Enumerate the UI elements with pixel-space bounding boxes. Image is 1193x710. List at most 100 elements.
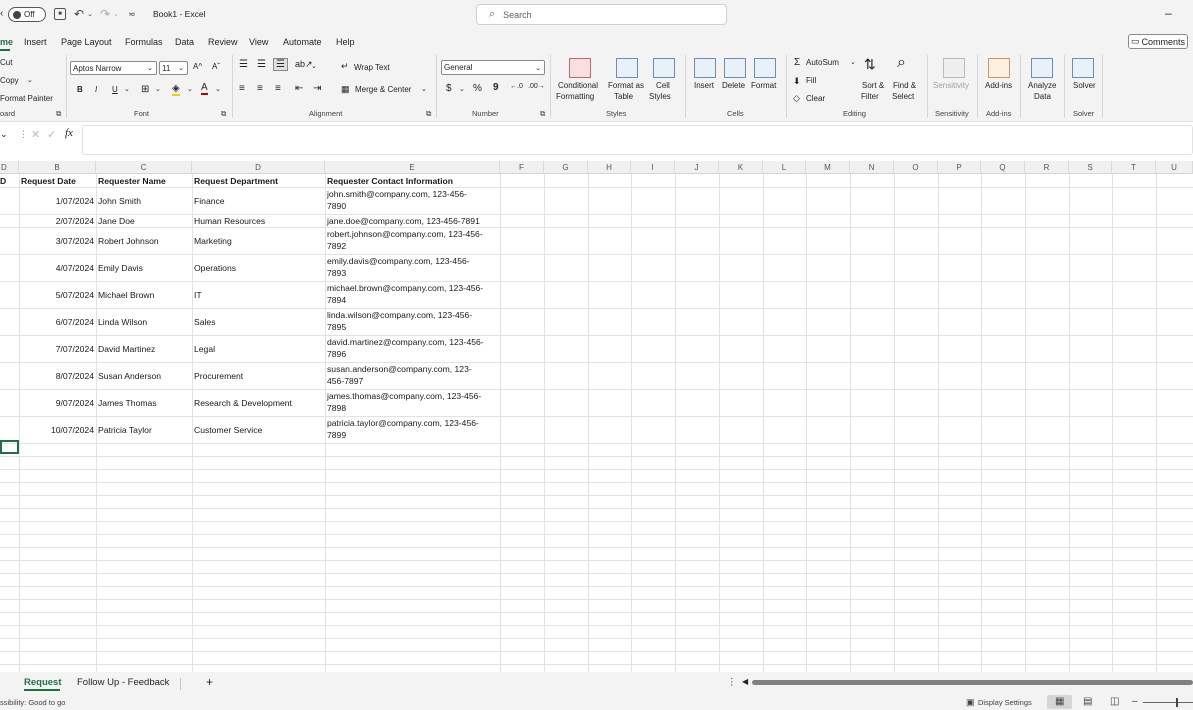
- department-cell[interactable]: Procurement: [194, 370, 243, 382]
- column-header[interactable]: U: [1156, 161, 1193, 174]
- sensitivity-button[interactable]: Sensitivity: [933, 81, 969, 90]
- customize-toolbar-icon[interactable]: ≂: [127, 7, 137, 21]
- tab-data[interactable]: Data: [175, 37, 194, 47]
- font-name-select[interactable]: Aptos Narrow ⌄: [70, 61, 157, 75]
- alignment-launcher-icon[interactable]: ⧉: [426, 109, 431, 119]
- column-header[interactable]: L: [763, 161, 806, 174]
- redo-icon[interactable]: ↷: [99, 7, 111, 21]
- page-break-view-icon[interactable]: ◫: [1110, 696, 1119, 707]
- search-box[interactable]: ⌕ Search: [476, 4, 727, 25]
- column-header[interactable]: H: [588, 161, 631, 174]
- tab-review[interactable]: Review: [208, 37, 238, 47]
- format-cells-icon[interactable]: [754, 58, 776, 78]
- contact-cell[interactable]: robert.johnson@company.com, 123-456-: [327, 228, 483, 240]
- page-layout-view-icon[interactable]: ▤: [1083, 696, 1092, 707]
- scroll-left-icon[interactable]: ◀: [742, 677, 748, 686]
- requester-name-cell[interactable]: Susan Anderson: [98, 370, 161, 382]
- sheet-tab-follow-up[interactable]: Follow Up - Feedback: [77, 677, 169, 688]
- font-launcher-icon[interactable]: ⧉: [221, 109, 226, 119]
- underline-dropdown-icon[interactable]: ⌄: [124, 85, 130, 93]
- sheet-tab-request[interactable]: Request: [24, 677, 61, 688]
- request-date-cell[interactable]: 4/07/2024: [19, 262, 94, 274]
- undo-dropdown-icon[interactable]: ⌄: [86, 7, 94, 21]
- merge-center-button[interactable]: Merge & Center: [355, 85, 411, 94]
- font-color-icon[interactable]: A: [201, 82, 208, 95]
- enter-icon[interactable]: ✓: [47, 128, 56, 141]
- column-header[interactable]: Q: [981, 161, 1025, 174]
- find-select-label-1[interactable]: Find &: [893, 81, 916, 90]
- column-header[interactable]: S: [1069, 161, 1112, 174]
- clipboard-launcher-icon[interactable]: ⧉: [56, 109, 61, 119]
- requester-name-cell[interactable]: Michael Brown: [98, 289, 154, 301]
- borders-icon[interactable]: ⊞: [141, 84, 149, 95]
- column-header[interactable]: C: [96, 161, 192, 174]
- find-select-label-2[interactable]: Select: [892, 92, 914, 101]
- column-header[interactable]: N: [850, 161, 894, 174]
- requester-name-cell[interactable]: John Smith: [98, 195, 141, 207]
- zoom-out-button[interactable]: –: [1132, 696, 1138, 707]
- delete-cells-button[interactable]: Delete: [722, 81, 745, 90]
- contact-cell[interactable]: emily.davis@company.com, 123-456-: [327, 255, 470, 267]
- conditional-formatting-icon[interactable]: [569, 58, 591, 78]
- tab-help[interactable]: Help: [336, 37, 355, 47]
- underline-button[interactable]: U: [112, 85, 118, 94]
- comments-button[interactable]: ▭ Comments: [1128, 34, 1188, 49]
- header-cell[interactable]: Requester Contact Information: [327, 175, 453, 187]
- contact-cell[interactable]: linda.wilson@company.com, 123-456-: [327, 309, 472, 321]
- header-cell[interactable]: Requester Name: [98, 175, 166, 187]
- currency-button[interactable]: $: [446, 83, 452, 94]
- fill-button[interactable]: Fill: [806, 76, 816, 85]
- delete-cells-icon[interactable]: [724, 58, 746, 78]
- column-header[interactable]: O: [894, 161, 938, 174]
- solver-button[interactable]: Solver: [1073, 81, 1096, 90]
- active-cell-selection[interactable]: [0, 440, 19, 454]
- request-date-cell[interactable]: 7/07/2024: [19, 343, 94, 355]
- conditional-label-2[interactable]: Formatting: [556, 92, 594, 101]
- requester-name-cell[interactable]: Patricia Taylor: [98, 424, 152, 436]
- italic-button[interactable]: I: [95, 85, 97, 94]
- insert-function-button[interactable]: fx: [65, 127, 73, 139]
- font-color-dropdown-icon[interactable]: ⌄: [215, 85, 221, 93]
- copy-button[interactable]: Copy: [0, 76, 19, 85]
- format-as-table-icon[interactable]: [616, 58, 638, 78]
- analyze-data-icon[interactable]: [1031, 58, 1053, 78]
- column-header[interactable]: E: [325, 161, 500, 174]
- format-table-label-1[interactable]: Format as: [608, 81, 644, 90]
- sort-filter-label-1[interactable]: Sort &: [862, 81, 884, 90]
- autosave-toggle[interactable]: Off: [8, 7, 46, 22]
- zoom-slider-thumb[interactable]: [1176, 698, 1178, 707]
- request-date-cell[interactable]: 1/07/2024: [19, 195, 94, 207]
- request-date-cell[interactable]: 10/07/2024: [19, 424, 94, 436]
- autosum-button[interactable]: AutoSum: [806, 58, 839, 67]
- sort-filter-label-2[interactable]: Filter: [861, 92, 879, 101]
- format-cells-button[interactable]: Format: [751, 81, 776, 90]
- add-ins-icon[interactable]: [988, 58, 1010, 78]
- bottom-align-icon[interactable]: ☰: [273, 58, 288, 71]
- cut-button[interactable]: Cut: [0, 58, 12, 67]
- redo-dropdown-icon[interactable]: ⌄: [112, 7, 120, 21]
- shrink-font-button[interactable]: Aˇ: [212, 62, 220, 71]
- analyze-data-label-1[interactable]: Analyze: [1028, 81, 1056, 90]
- tab-page-layout[interactable]: Page Layout: [61, 37, 112, 47]
- cell-styles-label-2[interactable]: Styles: [649, 92, 671, 101]
- column-header[interactable]: G: [544, 161, 588, 174]
- orientation-icon[interactable]: ab↗: [295, 59, 313, 70]
- tab-formulas[interactable]: Formulas: [125, 37, 163, 47]
- format-table-label-2[interactable]: Table: [614, 92, 633, 101]
- column-header[interactable]: R: [1025, 161, 1069, 174]
- column-header[interactable]: D: [192, 161, 325, 174]
- request-date-cell[interactable]: 9/07/2024: [19, 397, 94, 409]
- save-icon[interactable]: ■: [54, 8, 66, 20]
- currency-dropdown-icon[interactable]: ⌄: [459, 85, 465, 93]
- column-header[interactable]: P: [938, 161, 981, 174]
- more-options-icon[interactable]: ⋮: [727, 677, 737, 688]
- add-ins-button[interactable]: Add-ins: [985, 81, 1012, 90]
- column-header[interactable]: F: [500, 161, 544, 174]
- contact-cell[interactable]: jane.doe@company.com, 123-456-7891: [327, 215, 480, 227]
- tab-automate[interactable]: Automate: [283, 37, 322, 47]
- requester-name-cell[interactable]: Emily Davis: [98, 262, 143, 274]
- cell-styles-icon[interactable]: [653, 58, 675, 78]
- decrease-decimal-icon[interactable]: .00→: [528, 83, 545, 90]
- grow-font-button[interactable]: A^: [193, 62, 202, 71]
- borders-dropdown-icon[interactable]: ⌄: [155, 85, 161, 93]
